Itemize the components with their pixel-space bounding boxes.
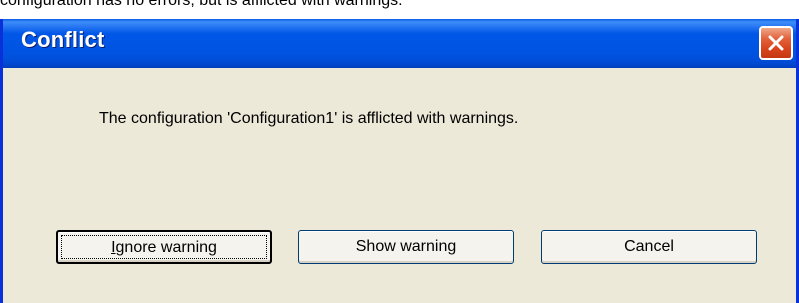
ignore-warning-mnemonic: I: [111, 239, 116, 256]
title-bar[interactable]: Conflict: [3, 19, 796, 68]
dialog-body: The configuration 'Configuration1' is af…: [3, 68, 796, 303]
dialog-title: Conflict: [21, 27, 105, 52]
ignore-warning-button[interactable]: Ignore warning: [56, 230, 272, 264]
close-icon: [768, 35, 784, 51]
screen: configuration has no errors, but is affl…: [0, 0, 799, 303]
cancel-label: Cancel: [624, 238, 674, 255]
dialog-message: The configuration 'Configuration1' is af…: [99, 110, 519, 127]
close-button[interactable]: [759, 26, 793, 60]
ignore-warning-label: gnore warning: [115, 239, 217, 256]
show-warning-label: Show warning: [355, 238, 457, 255]
background-document-text: configuration has no errors, but is affl…: [0, 0, 403, 9]
show-warning-button[interactable]: Show warning: [298, 230, 514, 264]
cancel-button[interactable]: Cancel: [541, 230, 757, 264]
conflict-dialog: Conflict The configuration 'Configuratio…: [0, 19, 799, 303]
